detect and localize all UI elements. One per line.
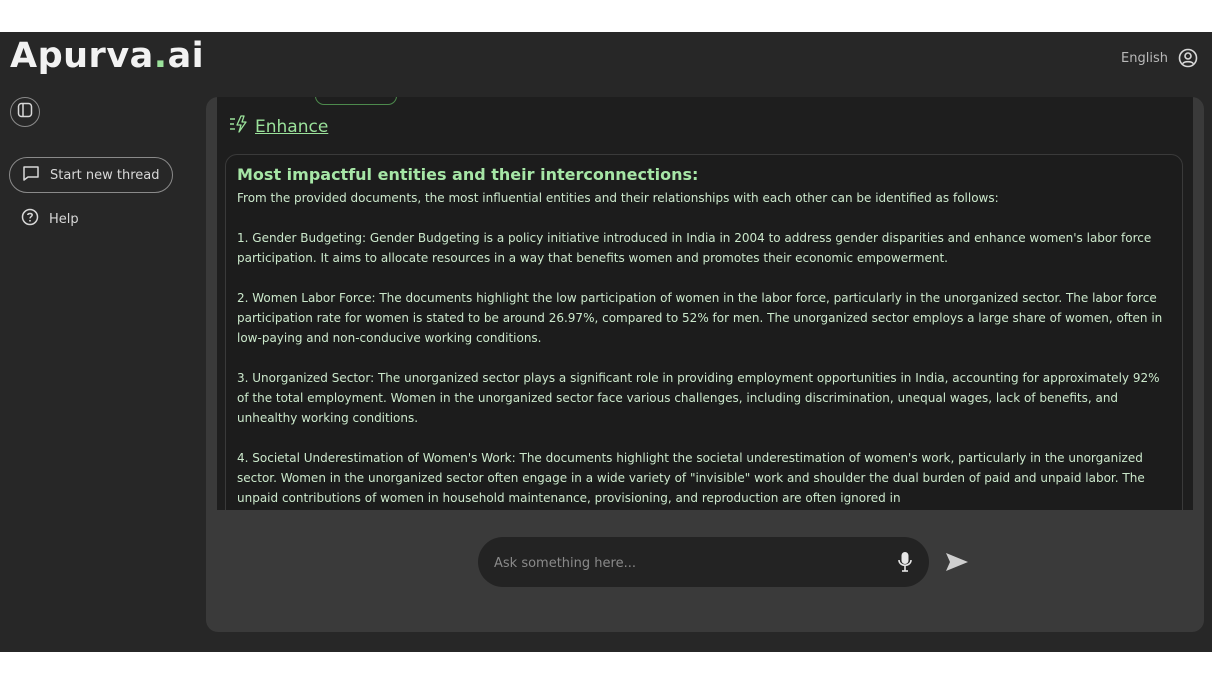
chat-input-bar xyxy=(478,537,929,587)
language-selector[interactable]: English xyxy=(1121,51,1168,66)
response-title: Most impactful entities and their interc… xyxy=(237,165,699,184)
sidebar-toggle-icon xyxy=(17,102,33,122)
response-card: Most impactful entities and their interc… xyxy=(225,154,1183,510)
response-paragraph: 4. Societal Underestimation of Women's W… xyxy=(237,451,1145,505)
user-circle-icon[interactable] xyxy=(1178,48,1198,68)
partial-tag-pill xyxy=(315,97,397,105)
help-link[interactable]: Help xyxy=(21,208,79,230)
microphone-icon[interactable] xyxy=(897,550,913,574)
chat-input[interactable] xyxy=(492,551,876,575)
enhance-label: Enhance xyxy=(255,116,329,137)
send-icon[interactable] xyxy=(945,552,969,572)
sidebar-toggle-button[interactable] xyxy=(10,97,40,127)
response-paragraph: 1. Gender Budgeting: Gender Budgeting is… xyxy=(237,231,1152,265)
app-window: Apurva.ai English Start new thread Help … xyxy=(0,32,1212,652)
enhance-sparkle-icon xyxy=(229,115,249,138)
help-label: Help xyxy=(49,211,79,227)
response-paragraph: From the provided documents, the most in… xyxy=(237,191,999,205)
response-paragraph: 2. Women Labor Force: The documents high… xyxy=(237,291,1163,345)
chat-area: Enhance Most impactful entities and thei… xyxy=(217,97,1193,510)
start-new-thread-label: Start new thread xyxy=(50,167,160,183)
response-paragraph: 3. Unorganized Sector: The unorganized s… xyxy=(237,371,1160,425)
enhance-button[interactable]: Enhance xyxy=(229,115,328,138)
start-new-thread-button[interactable]: Start new thread xyxy=(9,157,173,193)
chat-bubble-icon xyxy=(22,164,40,186)
top-right-controls: English xyxy=(1121,48,1198,68)
help-circle-icon xyxy=(21,208,39,230)
main-panel: Enhance Most impactful entities and thei… xyxy=(206,97,1204,632)
app-logo: Apurva.ai xyxy=(10,36,205,76)
